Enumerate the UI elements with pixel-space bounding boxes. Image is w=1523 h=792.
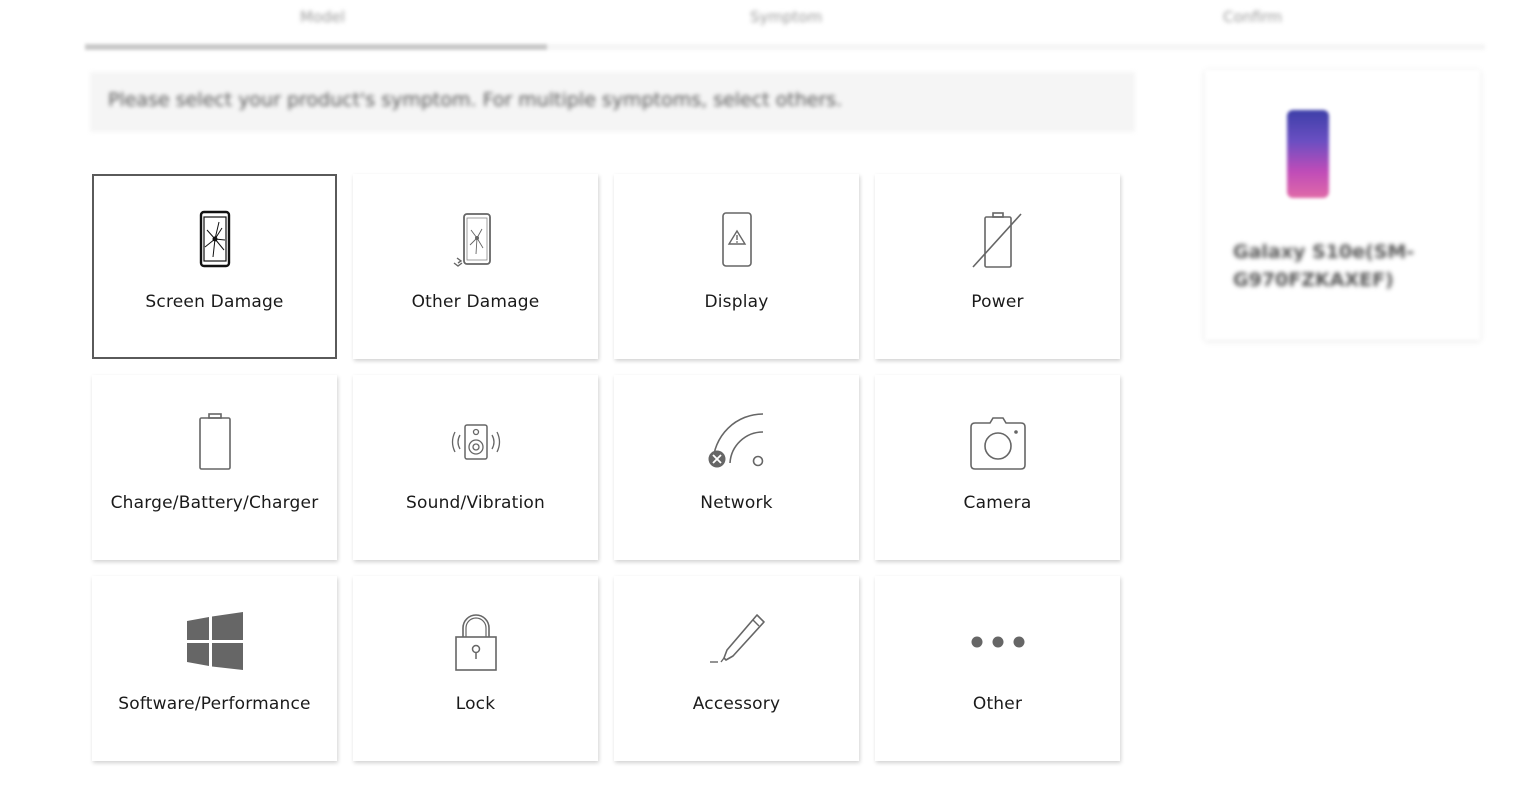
step-progress-bar	[85, 44, 547, 50]
symptom-card-charge-battery-charger[interactable]: Charge/Battery/Charger	[92, 375, 337, 560]
symptom-label: Camera	[963, 493, 1032, 513]
step-model: Model	[300, 8, 346, 26]
symptom-label: Sound/Vibration	[406, 493, 545, 513]
power-off-icon	[971, 212, 1022, 268]
step-progress-track	[85, 44, 1485, 50]
step-confirm: Confirm	[1223, 8, 1283, 26]
windows-icon	[186, 612, 243, 670]
symptom-card-display[interactable]: Display	[614, 174, 859, 359]
symptom-card-other-damage[interactable]: Other Damage	[353, 174, 598, 359]
step-indicator: Model Symptom Confirm	[85, 0, 1485, 56]
symptom-card-other[interactable]: Other	[875, 576, 1120, 761]
speaker-icon	[451, 424, 500, 460]
product-name: Galaxy S10e(SM-G970FZKAXEF)	[1233, 241, 1415, 291]
symptom-selection-page: Model Symptom Confirm Please select your…	[0, 0, 1523, 792]
symptom-card-accessory[interactable]: Accessory	[614, 576, 859, 761]
instruction-banner: Please select your product's symptom. Fo…	[90, 72, 1135, 132]
symptom-card-screen-damage[interactable]: Screen Damage	[92, 174, 337, 359]
symptom-label: Other Damage	[411, 292, 540, 312]
product-image	[1287, 110, 1329, 198]
symptom-label: Other	[972, 694, 1023, 714]
symptom-label: Screen Damage	[145, 292, 284, 312]
symptom-card-sound-vibration[interactable]: Sound/Vibration	[353, 375, 598, 560]
battery-icon	[198, 413, 231, 470]
network-icon	[708, 413, 763, 468]
symptom-label: Accessory	[692, 694, 781, 714]
step-symptom: Symptom	[750, 8, 823, 26]
symptom-card-camera[interactable]: Camera	[875, 375, 1120, 560]
symptom-card-power[interactable]: Power	[875, 174, 1120, 359]
pen-icon	[709, 614, 765, 663]
symptom-label: Software/Performance	[118, 694, 311, 714]
camera-icon	[969, 417, 1026, 470]
instruction-text: Please select your product's symptom. Fo…	[108, 89, 843, 111]
symptom-card-network[interactable]: Network	[614, 375, 859, 560]
display-warning-icon	[721, 212, 752, 267]
symptom-label: Power	[971, 292, 1024, 312]
symptom-card-lock[interactable]: Lock	[353, 576, 598, 761]
symptom-label: Network	[700, 493, 773, 513]
selected-product-card: Galaxy S10e(SM-G970FZKAXEF)	[1205, 70, 1480, 340]
symptom-card-software-performance[interactable]: Software/Performance	[92, 576, 337, 761]
cracked-screen-icon	[199, 210, 230, 268]
damaged-phone-icon	[453, 213, 491, 267]
symptom-label: Display	[704, 292, 769, 312]
symptom-label: Lock	[455, 694, 496, 714]
more-icon	[971, 636, 1024, 648]
symptom-grid: Screen Damage Other Damage Display Power…	[92, 174, 1120, 761]
symptom-label: Charge/Battery/Charger	[110, 493, 319, 513]
lock-icon	[454, 614, 497, 671]
